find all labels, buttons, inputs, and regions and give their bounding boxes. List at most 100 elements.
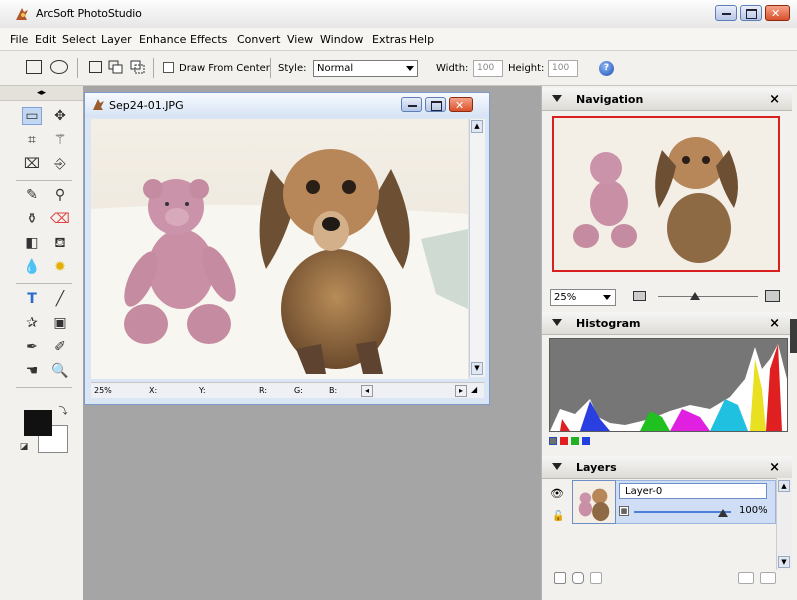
panel-collapse-grip[interactable]: [790, 319, 797, 353]
scroll-down-icon[interactable]: ▼: [778, 556, 790, 568]
image-tool-icon[interactable]: ▣: [50, 314, 70, 332]
zoom-out-icon[interactable]: [633, 291, 646, 301]
line-tool-icon[interactable]: ╱: [50, 290, 70, 308]
merge-layer-icon[interactable]: [738, 572, 754, 584]
doc-minimize-button[interactable]: [401, 97, 422, 112]
ellipse-marquee-icon[interactable]: [50, 60, 68, 74]
layer-opacity-value: 100%: [739, 505, 768, 516]
document-title-bar: Sep24-01.JPG ✕: [85, 93, 489, 117]
zoom-slider-track[interactable]: [658, 296, 758, 297]
histogram-channel-red[interactable]: [560, 437, 568, 445]
eraser-tool-icon[interactable]: ⌫: [50, 210, 70, 228]
menu-select[interactable]: Select: [62, 33, 96, 46]
zoom-in-icon[interactable]: [765, 290, 780, 302]
menu-enhance[interactable]: Enhance: [139, 33, 186, 46]
layer-visibility-icon[interactable]: 👁: [550, 487, 564, 500]
zoom-slider-thumb[interactable]: [690, 292, 700, 300]
clone-stamp-tool-icon[interactable]: ⚱: [22, 210, 42, 228]
eyedropper-tool-icon[interactable]: ⚲: [50, 186, 70, 204]
resize-grip-icon[interactable]: ◢: [471, 385, 477, 394]
subtract-selection-icon[interactable]: [130, 60, 146, 74]
menu-help[interactable]: Help: [409, 33, 434, 46]
maximize-button[interactable]: [740, 5, 762, 21]
scroll-up-icon[interactable]: ▲: [778, 480, 790, 492]
dodge-tool-icon[interactable]: ✹: [50, 258, 70, 276]
menu-layer[interactable]: Layer: [101, 33, 132, 46]
shape-tool-icon[interactable]: ✰: [22, 314, 42, 332]
collapse-triangle-icon[interactable]: [552, 319, 562, 326]
doc-close-button[interactable]: ✕: [449, 97, 473, 112]
new-selection-icon[interactable]: [89, 61, 102, 73]
navigation-panel-header[interactable]: Navigation ×: [542, 88, 792, 111]
doc-maximize-button[interactable]: [425, 97, 446, 112]
help-icon[interactable]: ?: [599, 61, 614, 76]
navigation-title: Navigation: [576, 93, 644, 106]
histogram-panel-header[interactable]: Histogram ×: [542, 312, 792, 335]
move-tool-icon[interactable]: ✥: [50, 107, 70, 125]
histogram-channel-green[interactable]: [571, 437, 579, 445]
layer-name-field[interactable]: Layer-0: [619, 483, 767, 499]
scroll-up-icon[interactable]: ▲: [471, 120, 483, 133]
scroll-right-icon[interactable]: ▸: [455, 385, 467, 397]
histogram-channel-blue[interactable]: [582, 437, 590, 445]
width-input[interactable]: 100: [473, 60, 503, 77]
menu-view[interactable]: View: [287, 33, 313, 46]
gradient-tool-icon[interactable]: ◧: [22, 234, 42, 252]
toolbox-grip[interactable]: ◂▸: [0, 86, 83, 101]
add-selection-icon[interactable]: [108, 60, 124, 74]
default-colors-icon[interactable]: ◪: [18, 441, 30, 453]
collapse-triangle-icon[interactable]: [552, 463, 562, 470]
pencil-tool-icon[interactable]: ✎: [22, 186, 42, 204]
collapse-triangle-icon[interactable]: [552, 95, 562, 102]
lasso-tool-icon[interactable]: ⌗: [22, 131, 42, 149]
rect-marquee-icon[interactable]: [26, 60, 42, 74]
menu-effects[interactable]: Effects: [190, 33, 227, 46]
photo-canvas[interactable]: [91, 119, 468, 379]
blur-tool-icon[interactable]: 💧: [22, 258, 42, 276]
flatten-layer-icon[interactable]: [760, 572, 776, 584]
menu-convert[interactable]: Convert: [237, 33, 281, 46]
navigation-thumbnail[interactable]: [552, 116, 780, 272]
menu-edit[interactable]: Edit: [35, 33, 56, 46]
layers-panel-header[interactable]: Layers ×: [542, 456, 792, 479]
new-layer-icon[interactable]: [554, 572, 566, 584]
delete-layer-icon[interactable]: [590, 572, 602, 584]
draw-from-center-checkbox[interactable]: [163, 62, 174, 73]
menu-file[interactable]: File: [10, 33, 28, 46]
menu-extras[interactable]: Extras: [372, 33, 407, 46]
red-eye-tool-icon[interactable]: ✐: [50, 338, 70, 356]
layers-close-icon[interactable]: ×: [769, 460, 780, 475]
duplicate-layer-icon[interactable]: [572, 572, 584, 584]
layer-row[interactable]: Layer-0 ▦ 100%: [572, 480, 788, 528]
rect-select-tool-icon[interactable]: ▭: [22, 107, 42, 125]
picker-tool-icon[interactable]: ✒: [22, 338, 42, 356]
vertical-scrollbar[interactable]: ▲ ▼: [469, 119, 485, 377]
status-y: Y:: [199, 386, 206, 395]
separator: [77, 58, 78, 78]
layer-opacity-slider[interactable]: [634, 511, 731, 513]
close-button[interactable]: ✕: [765, 5, 790, 21]
swap-colors-icon[interactable]: ⤵: [56, 406, 70, 418]
layer-lock-icon[interactable]: 🔓: [552, 511, 564, 522]
magic-wand-tool-icon[interactable]: ⚚: [50, 131, 70, 149]
height-input[interactable]: 100: [548, 60, 578, 77]
menu-window[interactable]: Window: [320, 33, 363, 46]
app-window: ArcSoft PhotoStudio ✕ File Edit Select L…: [0, 0, 797, 600]
layers-scrollbar[interactable]: ▲ ▼: [776, 478, 792, 570]
navigation-close-icon[interactable]: ×: [769, 92, 780, 107]
histogram-channel-all[interactable]: [549, 437, 557, 445]
foreground-color-swatch[interactable]: [24, 410, 52, 436]
style-select[interactable]: Normal: [313, 60, 418, 77]
paint-bucket-tool-icon[interactable]: ⛾: [50, 234, 70, 252]
text-tool-icon[interactable]: T: [22, 290, 42, 308]
minimize-button[interactable]: [715, 5, 737, 21]
navigation-zoom-select[interactable]: 25%: [550, 289, 616, 306]
scroll-down-icon[interactable]: ▼: [471, 362, 483, 375]
histogram-close-icon[interactable]: ×: [769, 316, 780, 331]
transform-tool-icon[interactable]: ⎆: [50, 155, 70, 173]
zoom-tool-icon[interactable]: 🔍: [50, 362, 70, 380]
layer-opacity-thumb[interactable]: [718, 509, 728, 517]
crop-tool-icon[interactable]: ⌧: [22, 155, 42, 173]
hand-tool-icon[interactable]: ☚: [22, 362, 42, 380]
scroll-left-icon[interactable]: ◂: [361, 385, 373, 397]
